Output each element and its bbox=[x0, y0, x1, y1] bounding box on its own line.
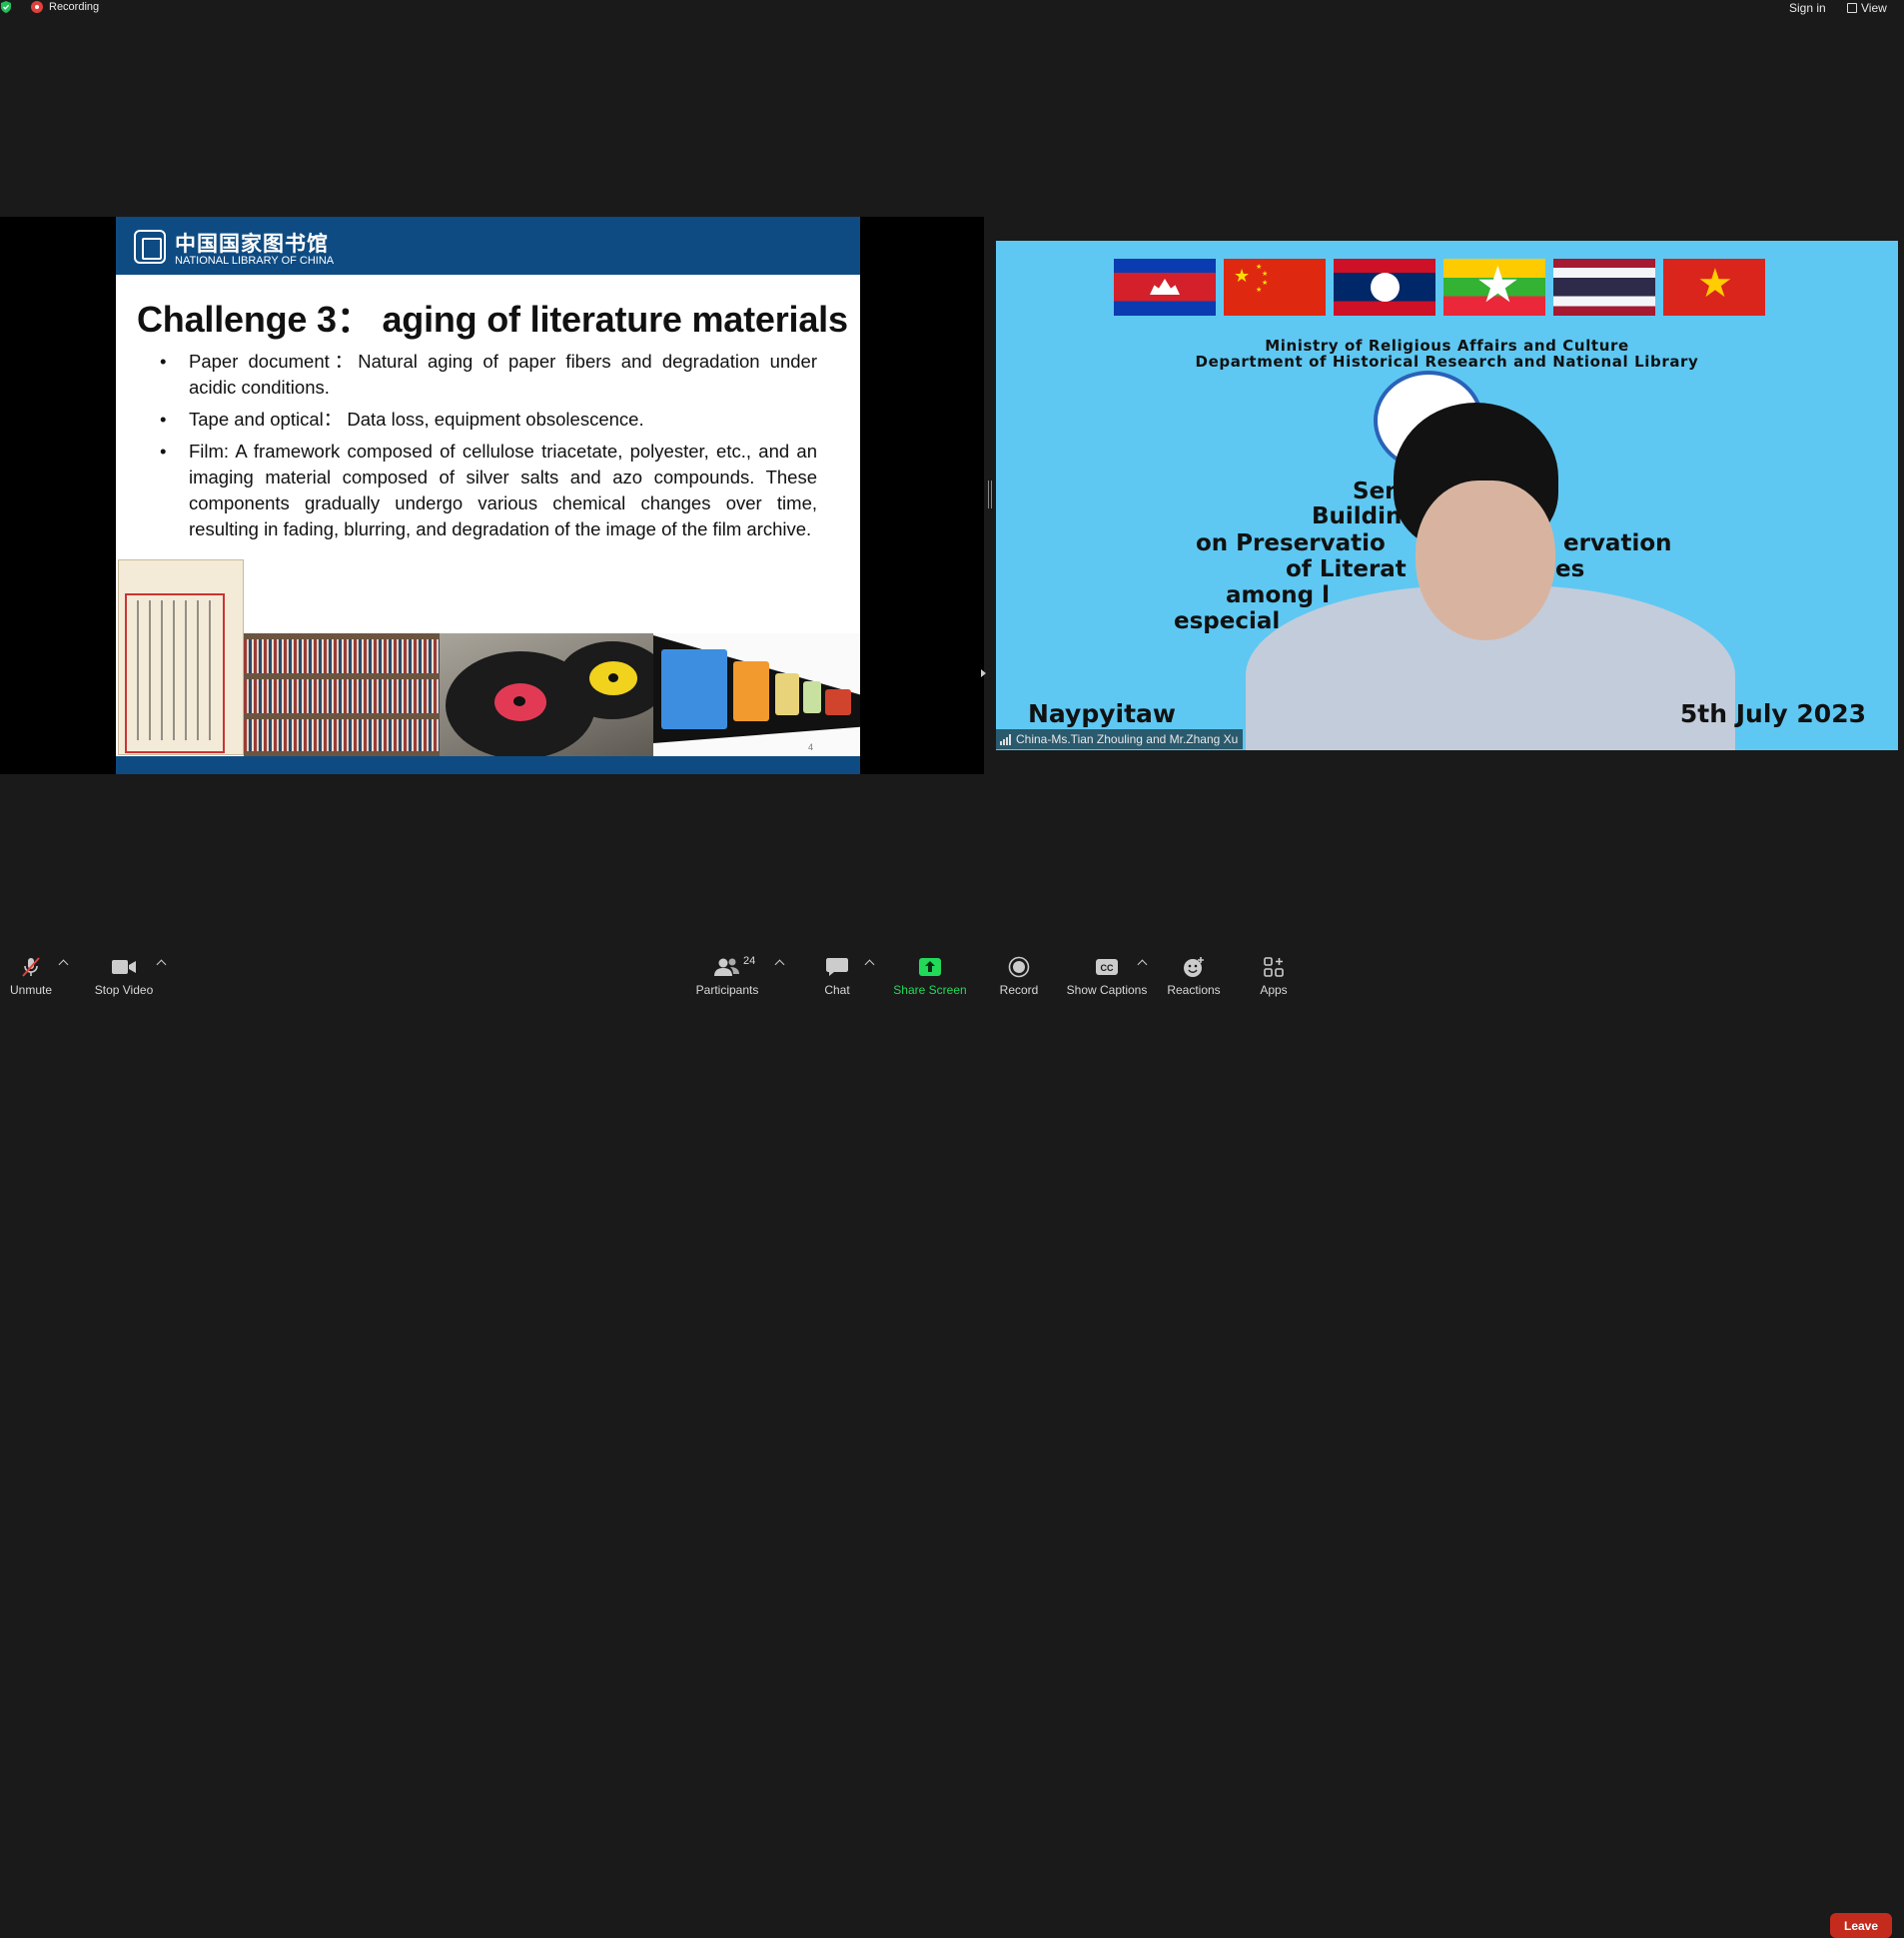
captions-cc-icon: CC bbox=[1087, 955, 1127, 979]
reactions-emoji-icon bbox=[1174, 955, 1214, 979]
recording-icon bbox=[31, 1, 43, 13]
seminar-text-fragment: ervation bbox=[1563, 530, 1672, 556]
bullet-list: Paper document：Natural aging of paper fi… bbox=[160, 349, 817, 548]
participant-video-tile[interactable]: ★ ★ ★ ★ ★ ★ ★ Ministry of Religious Affa… bbox=[996, 241, 1898, 750]
library-name-chinese: 中国国家图书馆 bbox=[175, 231, 329, 256]
participants-options-chevron-icon[interactable] bbox=[774, 959, 785, 970]
collapse-arrow-icon[interactable] bbox=[981, 669, 986, 677]
chat-label: Chat bbox=[824, 983, 850, 997]
record-button[interactable]: Record bbox=[974, 949, 1064, 997]
security-shield-icon[interactable] bbox=[0, 1, 12, 13]
film-reel-image bbox=[653, 633, 860, 757]
participants-button[interactable]: 24 Participants bbox=[682, 949, 772, 997]
participant-name: China-Ms.Tian Zhouling and Mr.Zhang Xu bbox=[1016, 732, 1239, 746]
signal-strength-icon bbox=[1000, 733, 1011, 745]
show-captions-label: Show Captions bbox=[1066, 983, 1148, 997]
slide-footer bbox=[116, 756, 860, 774]
participants-count: 24 bbox=[743, 955, 756, 967]
view-label: View bbox=[1861, 1, 1887, 15]
top-bar: Recording Sign in View bbox=[0, 0, 1904, 16]
stop-video-button[interactable]: Stop Video bbox=[79, 949, 169, 997]
svg-text:CC: CC bbox=[1101, 963, 1114, 973]
panel-splitter-handle[interactable] bbox=[988, 481, 992, 508]
video-camera-icon bbox=[104, 955, 144, 979]
seminar-text-fragment: especial bbox=[1174, 608, 1281, 634]
participant-name-tag: China-Ms.Tian Zhouling and Mr.Zhang Xu bbox=[996, 729, 1244, 749]
laos-flag-icon bbox=[1334, 259, 1435, 316]
seminar-text-fragment: Buildin bbox=[1312, 503, 1403, 529]
participants-label: Participants bbox=[695, 983, 759, 997]
record-icon bbox=[999, 955, 1039, 979]
library-logo-icon bbox=[134, 230, 166, 264]
vinyl-records-image bbox=[440, 633, 653, 757]
bullet-item: Film: A framework composed of cellulose … bbox=[160, 439, 817, 542]
vietnam-flag-icon: ★ bbox=[1663, 259, 1765, 316]
sign-in-link[interactable]: Sign in bbox=[1789, 1, 1826, 15]
view-icon bbox=[1847, 3, 1857, 13]
date-text: 5th July 2023 bbox=[1679, 699, 1866, 728]
recording-indicator[interactable]: Recording bbox=[31, 1, 99, 13]
department-text: Department of Historical Research and Na… bbox=[1195, 353, 1699, 371]
share-screen-button[interactable]: Share Screen bbox=[885, 949, 975, 997]
cambodia-flag-icon bbox=[1114, 259, 1216, 316]
muted-microphone-icon bbox=[11, 955, 51, 979]
location-text: Naypyitaw bbox=[1028, 699, 1176, 728]
chat-button[interactable]: Chat bbox=[792, 949, 882, 997]
unmute-label: Unmute bbox=[9, 983, 53, 997]
meeting-toolbar: Unmute Stop Video 24 Participants Chat S… bbox=[0, 949, 1904, 1938]
reactions-label: Reactions bbox=[1167, 983, 1221, 997]
view-button[interactable]: View bbox=[1847, 1, 1887, 15]
bullet-item: Paper document：Natural aging of paper fi… bbox=[160, 349, 817, 401]
slide-title: Challenge 3： aging of literature materia… bbox=[137, 299, 848, 340]
chat-bubble-icon bbox=[817, 955, 857, 979]
apps-grid-icon bbox=[1254, 955, 1294, 979]
speaker-face bbox=[1416, 481, 1555, 640]
seminar-text-fragment: of Literat bbox=[1286, 556, 1407, 582]
recording-label: Recording bbox=[49, 1, 100, 13]
seminar-text-fragment: on Preservatio bbox=[1196, 530, 1386, 556]
presentation-slide: 中国国家图书馆 NATIONAL LIBRARY OF CHINA Challe… bbox=[116, 217, 860, 774]
library-name-english: NATIONAL LIBRARY OF CHINA bbox=[175, 255, 335, 267]
myanmar-flag-icon: ★ bbox=[1443, 259, 1545, 316]
show-captions-button[interactable]: CC Show Captions bbox=[1062, 949, 1152, 997]
leave-button[interactable]: Leave bbox=[1830, 1913, 1892, 1938]
apps-button[interactable]: Apps bbox=[1229, 949, 1319, 997]
slide-page-number: 4 bbox=[808, 742, 814, 752]
seminar-text-fragment: among l bbox=[1226, 582, 1331, 608]
apps-label: Apps bbox=[1260, 983, 1288, 997]
china-flag-icon: ★ ★ ★ ★ ★ bbox=[1224, 259, 1326, 316]
tape-shelves-image bbox=[244, 633, 440, 757]
reactions-button[interactable]: Reactions bbox=[1149, 949, 1239, 997]
flags-row: ★ ★ ★ ★ ★ ★ ★ bbox=[1114, 259, 1765, 316]
unmute-button[interactable]: Unmute bbox=[0, 949, 76, 997]
manuscript-image bbox=[118, 559, 244, 755]
participants-icon: 24 bbox=[707, 955, 755, 979]
share-screen-label: Share Screen bbox=[893, 983, 967, 997]
bullet-item: Tape and optical： Data loss, equipment o… bbox=[160, 407, 817, 433]
record-label: Record bbox=[999, 983, 1039, 997]
slide-header: 中国国家图书馆 NATIONAL LIBRARY OF CHINA bbox=[116, 217, 860, 275]
share-screen-icon bbox=[910, 955, 950, 979]
thailand-flag-icon bbox=[1553, 259, 1655, 316]
slide-images bbox=[116, 559, 860, 757]
seminar-text-fragment: es bbox=[1555, 556, 1585, 582]
stop-video-label: Stop Video bbox=[94, 983, 154, 997]
